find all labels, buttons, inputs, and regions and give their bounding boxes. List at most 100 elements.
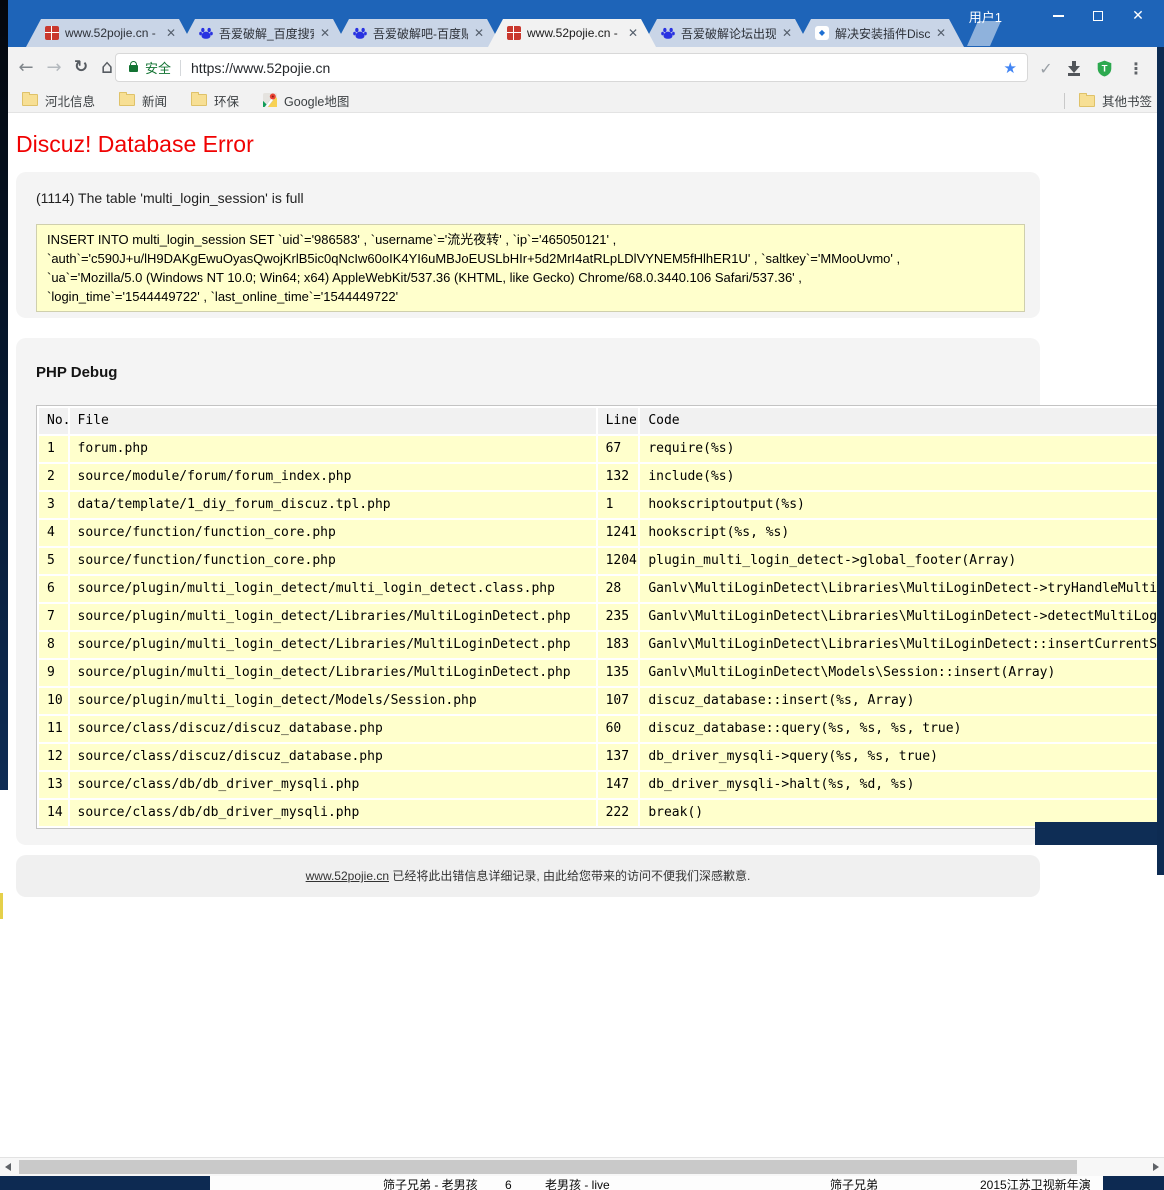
back-icon[interactable]: ← [14,55,38,79]
tab-2[interactable]: 吾爱破解_百度搜索 ✕ [180,19,348,47]
table-row: 4 source/function/function_core.php 1241 ho… [39,520,1164,546]
table-row: 11 source/class/discuz/discuz_database.ph… [39,716,1164,742]
table-cell: plugin_multi_login_detect->global_footer… [640,548,1164,574]
table-cell: 13 [39,772,68,798]
minimize-button[interactable] [1038,3,1078,29]
tab-close-icon[interactable]: ✕ [472,26,486,40]
scroll-right-arrow-icon[interactable] [1153,1163,1159,1171]
site-link[interactable]: www.52pojie.cn [306,869,389,883]
tab-3[interactable]: 吾爱破解吧-百度贴吧 ✕ [334,19,502,47]
table-cell: 28 [597,576,639,602]
close-button[interactable]: ✕ [1118,3,1158,29]
checkmark-extension-icon[interactable]: ✓ [1034,56,1058,80]
sql-line: `ua`='Mozilla/5.0 (Windows NT 10.0; Win6… [47,270,802,285]
table-cell: Ganlv\MultiLoginDetect\Libraries\MultiLo… [640,632,1164,658]
address-bar[interactable]: 安全 https://www.52pojie.cn ★ [115,53,1028,82]
bookmark-item[interactable]: 新闻 [119,91,167,110]
table-cell: include(%s) [640,464,1164,490]
browser-titlebar: www.52pojie.cn -✕吾爱破解_百度搜索✕吾爱破解吧-百度贴吧✕ww… [0,0,1164,47]
sql-line: `login_time`='1544449722' , `last_online… [47,289,399,304]
table-cell: 12 [39,744,68,770]
tab-close-icon[interactable]: ✕ [318,26,332,40]
table-cell: 183 [597,632,639,658]
52pojie-favicon [507,26,521,40]
table-cell: source/plugin/multi_login_detect/Librari… [69,660,596,686]
menu-dots-icon[interactable]: ⋮ [1124,56,1148,80]
background-window-corner [1035,822,1157,845]
table-cell: hookscriptoutput(%s) [640,492,1164,518]
column-header: Line [597,408,639,434]
shield-extension-icon[interactable]: T [1092,56,1116,80]
table-cell: db_driver_mysqli->halt(%s, %d, %s) [640,772,1164,798]
lock-icon [129,61,138,72]
bookmark-item[interactable]: Google地图 [263,91,349,110]
table-row: 13 source/class/db/db_driver_mysqli.php 14… [39,772,1164,798]
folder-icon [1078,92,1095,107]
background-window-text: 2015江苏卫视新年演 [980,1178,1091,1190]
tab-5[interactable]: 吾爱破解论坛出现 ✕ [642,19,810,47]
horizontal-scrollbar[interactable] [0,1157,1164,1176]
bookmark-item[interactable]: 河北信息 [22,91,95,110]
desktop-edge-right [1157,47,1164,875]
table-row: 7 source/plugin/multi_login_detect/Librar… [39,604,1164,630]
folder-icon [119,92,136,106]
url-text[interactable]: https://www.52pojie.cn [191,60,330,76]
other-bookmarks-button[interactable]: 其他书签 [1078,91,1152,110]
tab-close-icon[interactable]: ✕ [626,26,640,40]
table-cell: 4 [39,520,68,546]
reload-icon[interactable]: ↻ [69,55,93,79]
shield-icon: T [1097,60,1111,76]
table-row: 10 source/plugin/multi_login_detect/Model… [39,688,1164,714]
tab-close-icon[interactable]: ✕ [934,26,948,40]
table-cell: hookscript(%s, %s) [640,520,1164,546]
table-row: 3 data/template/1_diy_forum_discuz.tpl.ph… [39,492,1164,518]
table-cell: source/class/discuz/discuz_database.php [69,716,596,742]
baidu-favicon [199,26,213,40]
table-cell: 14 [39,800,68,826]
profile-name[interactable]: 用户1 [969,7,1002,26]
maximize-button[interactable] [1078,3,1118,29]
table-row: 5 source/function/function_core.php 1204 pl… [39,548,1164,574]
table-cell: 3 [39,492,68,518]
other-bookmarks-label: 其他书签 [1101,95,1152,109]
table-cell: 6 [39,576,68,602]
scroll-left-arrow-icon[interactable] [5,1163,11,1171]
table-cell: source/class/discuz/discuz_database.php [69,744,596,770]
table-cell: 222 [597,800,639,826]
tab-6[interactable]: ◆ 解决安装插件Disc ✕ [796,19,964,47]
bookmark-star-icon[interactable]: ★ [1004,59,1017,77]
scrollbar-thumb[interactable] [19,1160,1077,1174]
table-cell: 9 [39,660,68,686]
bookmark-label: 新闻 [142,94,168,109]
table-cell: source/class/db/db_driver_mysqli.php [69,800,596,826]
bookmark-label: 河北信息 [45,94,96,109]
table-cell: Ganlv\MultiLoginDetect\Models\Session::i… [640,660,1164,686]
sql-statement-box: INSERT INTO multi_login_session SET `uid… [36,224,1025,312]
column-header: No. [39,408,68,434]
table-cell: source/function/function_core.php [69,548,596,574]
background-window-text: 老男孩 - live [545,1178,610,1190]
error-panel: (1114) The table 'multi_login_session' i… [16,172,1040,318]
table-row: 14 source/class/db/db_driver_mysqli.php 22… [39,800,1164,826]
table-cell: source/class/db/db_driver_mysqli.php [69,772,596,798]
bookmark-item[interactable]: 环保 [191,91,239,110]
error-message: (1114) The table 'multi_login_session' i… [36,190,304,206]
tab-close-icon[interactable]: ✕ [780,26,794,40]
column-header: File [69,408,596,434]
google-maps-icon [263,93,278,108]
baidu-favicon [661,26,675,40]
table-row: 2 source/module/forum/forum_index.php 132 i… [39,464,1164,490]
security-label[interactable]: 安全 [145,58,171,77]
forward-icon[interactable]: → [42,55,66,79]
minimize-icon [1052,15,1064,17]
close-icon: ✕ [1132,8,1144,24]
table-cell: 147 [597,772,639,798]
download-icon[interactable] [1062,56,1086,80]
tab-4[interactable]: www.52pojie.cn - ✕ [488,19,656,47]
tab-1[interactable]: www.52pojie.cn - ✕ [26,19,194,47]
background-window-strip[interactable]: 筛子兄弟 - 老男孩 6 老男孩 - live 筛子兄弟 2015江苏卫视新年演 [0,1176,1164,1190]
table-cell: 107 [597,688,639,714]
table-row: 1 forum.php 67 require(%s) [39,436,1164,462]
tab-close-icon[interactable]: ✕ [164,26,178,40]
footer-notice: www.52pojie.cn 已经将此出错信息详细记录, 由此给您带来的访问不便… [16,855,1040,897]
